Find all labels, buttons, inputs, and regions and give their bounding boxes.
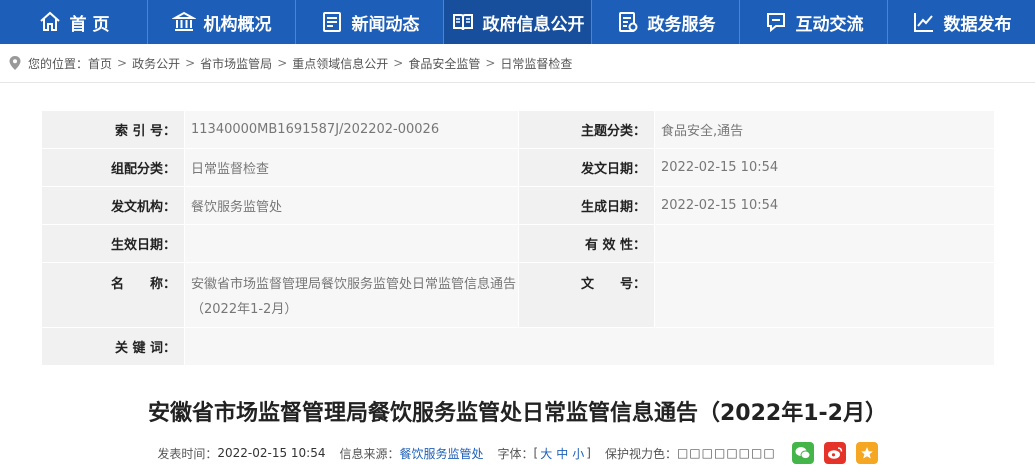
keywords-value <box>184 328 994 365</box>
info-row: 组配分类： 日常监督检查 发文日期： 2022-02-15 10:54 <box>42 149 994 187</box>
nav-item-label: 政府信息公开 <box>482 14 585 35</box>
breadcrumb-separator: > <box>485 56 496 70</box>
keywords-label: 关 键 词： <box>42 328 184 365</box>
publish-value: 2022-02-15 10:54 <box>217 446 326 460</box>
institution-icon <box>171 11 196 31</box>
issue-date-label: 发文日期： <box>518 149 654 186</box>
breadcrumb: 您的位置： 首页 > 政务公开 > 省市场监管局 > 重点领域信息公开 > 食品… <box>0 44 1035 83</box>
nav-item-label: 首 页 <box>69 14 110 35</box>
weibo-icon <box>827 447 842 459</box>
wechat-share-button[interactable] <box>791 442 814 464</box>
breadcrumb-separator: > <box>277 56 288 70</box>
gen-date-value: 2022-02-15 10:54 <box>654 187 994 224</box>
service-icon <box>618 12 637 32</box>
star-icon <box>860 447 873 459</box>
publish-label: 发表时间： <box>157 446 218 461</box>
eye-care-color-swatches[interactable]: □□□□□□□□ <box>677 446 776 460</box>
home-icon <box>39 11 60 31</box>
chart-icon <box>913 13 933 32</box>
topic-label: 主题分类： <box>518 111 654 148</box>
source-value[interactable]: 餐饮服务监管处 <box>400 445 484 462</box>
breadcrumb-item-food-safety[interactable]: 食品安全监管 <box>408 55 480 72</box>
name-label: 名 称： <box>42 263 184 327</box>
effective-value <box>184 225 518 262</box>
info-row: 发文机构： 餐饮服务监管处 生成日期： 2022-02-15 10:54 <box>42 187 994 225</box>
breadcrumb-item-home[interactable]: 首页 <box>88 55 112 72</box>
breadcrumb-separator: > <box>117 56 128 70</box>
weibo-share-button[interactable] <box>823 442 846 464</box>
wechat-icon <box>795 447 811 460</box>
index-value: 11340000MB1691587J/202202-00026 <box>184 111 518 148</box>
nav-item-gov-info[interactable]: 政府信息公开 <box>444 0 592 44</box>
eye-care-label: 保护视力色： <box>604 446 677 461</box>
breadcrumb-separator: > <box>393 56 404 70</box>
category-label: 组配分类： <box>42 149 184 186</box>
nav-item-interact[interactable]: 互动交流 <box>740 0 888 44</box>
org-value: 餐饮服务监管处 <box>184 187 518 224</box>
nav-item-institution[interactable]: 机构概况 <box>148 0 296 44</box>
news-icon <box>322 12 341 32</box>
font-medium-button[interactable]: 中 <box>556 445 568 462</box>
nav-item-label: 政务服务 <box>647 14 716 35</box>
info-table: 索 引 号： 11340000MB1691587J/202202-00026 主… <box>42 111 994 366</box>
info-row: 名 称： 安徽省市场监督管理局餐饮服务监管处日常监管信息通告（2022年1-2月… <box>42 263 994 328</box>
favorite-button[interactable] <box>855 442 878 464</box>
nav-item-label: 新闻动态 <box>351 14 420 35</box>
article-title: 安徽省市场监督管理局餐饮服务监管处日常监管信息通告（2022年1-2月） <box>148 401 887 426</box>
effective-label: 生效日期： <box>42 225 184 262</box>
breadcrumb-item-gov-affairs[interactable]: 政务公开 <box>132 55 180 72</box>
book-icon <box>452 14 473 31</box>
breadcrumb-item-bureau[interactable]: 省市场监管局 <box>200 55 272 72</box>
gen-date-label: 生成日期： <box>518 187 654 224</box>
breadcrumb-prefix: 您的位置： <box>28 56 89 71</box>
docno-value <box>654 263 994 327</box>
breadcrumb-item-key-areas[interactable]: 重点领域信息公开 <box>292 55 388 72</box>
font-label: 字体： <box>497 446 534 461</box>
org-label: 发文机构： <box>42 187 184 224</box>
nav-item-label: 机构概况 <box>203 14 272 35</box>
nav-item-news[interactable]: 新闻动态 <box>296 0 444 44</box>
breadcrumb-item-daily-check[interactable]: 日常监督检查 <box>500 55 572 72</box>
breadcrumb-separator: > <box>185 56 196 70</box>
docno-label: 文 号： <box>518 263 654 327</box>
chat-icon <box>766 13 785 33</box>
index-label: 索 引 号： <box>42 111 184 148</box>
category-value: 日常监督检查 <box>184 149 518 186</box>
nav-item-home[interactable]: 首 页 <box>0 0 148 44</box>
nav-item-data[interactable]: 数据发布 <box>888 0 1035 44</box>
font-bracket-close: ] <box>586 446 591 460</box>
font-small-button[interactable]: 小 <box>572 445 584 462</box>
topic-value: 食品安全,通告 <box>654 111 994 148</box>
validity-value <box>654 225 994 262</box>
main-nav: 首 页 机构概况 新闻动态 政府信息公开 政务服务 互动交流 数据发布 <box>0 0 1035 44</box>
font-large-button[interactable]: 大 <box>540 445 552 462</box>
info-row: 索 引 号： 11340000MB1691587J/202202-00026 主… <box>42 111 994 149</box>
article-meta: 发表时间： 2022-02-15 10:54 信息来源： 餐饮服务监管处 字体：… <box>0 442 1035 464</box>
font-bracket-open: [ <box>533 446 539 460</box>
validity-label: 有 效 性： <box>518 225 654 262</box>
info-row: 关 键 词： <box>42 328 994 366</box>
issue-date-value: 2022-02-15 10:54 <box>654 149 994 186</box>
nav-item-label: 数据发布 <box>943 14 1012 35</box>
nav-item-service[interactable]: 政务服务 <box>592 0 740 44</box>
nav-item-label: 互动交流 <box>795 14 864 35</box>
info-row: 生效日期： 有 效 性： <box>42 225 994 263</box>
source-label: 信息来源： <box>339 446 400 461</box>
name-value: 安徽省市场监督管理局餐饮服务监管处日常监管信息通告（2022年1-2月） <box>184 263 518 327</box>
location-pin-icon <box>9 56 21 70</box>
